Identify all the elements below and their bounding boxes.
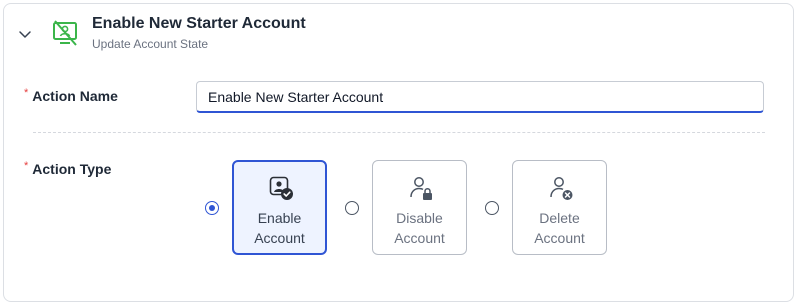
- action-name-label-text: Action Name: [32, 88, 118, 104]
- disable-account-label: Disable Account: [394, 210, 445, 246]
- disable-account-option[interactable]: Disable Account: [372, 160, 467, 255]
- disable-account-radio[interactable]: [345, 201, 359, 215]
- action-name-label: * Action Name: [24, 87, 118, 104]
- delete-account-option[interactable]: Delete Account: [512, 160, 607, 255]
- enable-account-option[interactable]: Enable Account: [232, 160, 327, 255]
- action-type-label: * Action Type: [24, 160, 112, 177]
- required-marker: *: [24, 87, 29, 99]
- delete-account-label: Delete Account: [534, 210, 585, 246]
- user-lock-icon: [407, 174, 435, 202]
- chevron-down-icon[interactable]: [17, 26, 33, 42]
- delete-account-radio[interactable]: [485, 201, 499, 215]
- action-name-input[interactable]: [196, 81, 764, 113]
- divider: [33, 132, 765, 133]
- user-delete-icon: [547, 174, 575, 202]
- enable-account-label: Enable Account: [254, 210, 305, 246]
- user-check-icon: [267, 174, 295, 202]
- card-subtitle: Update Account State: [92, 37, 209, 51]
- card-title: Enable New Starter Account: [92, 15, 306, 32]
- action-type-label-text: Action Type: [32, 161, 112, 177]
- account-state-icon: [51, 19, 79, 47]
- enable-account-radio[interactable]: [205, 201, 219, 215]
- required-marker: *: [24, 160, 29, 172]
